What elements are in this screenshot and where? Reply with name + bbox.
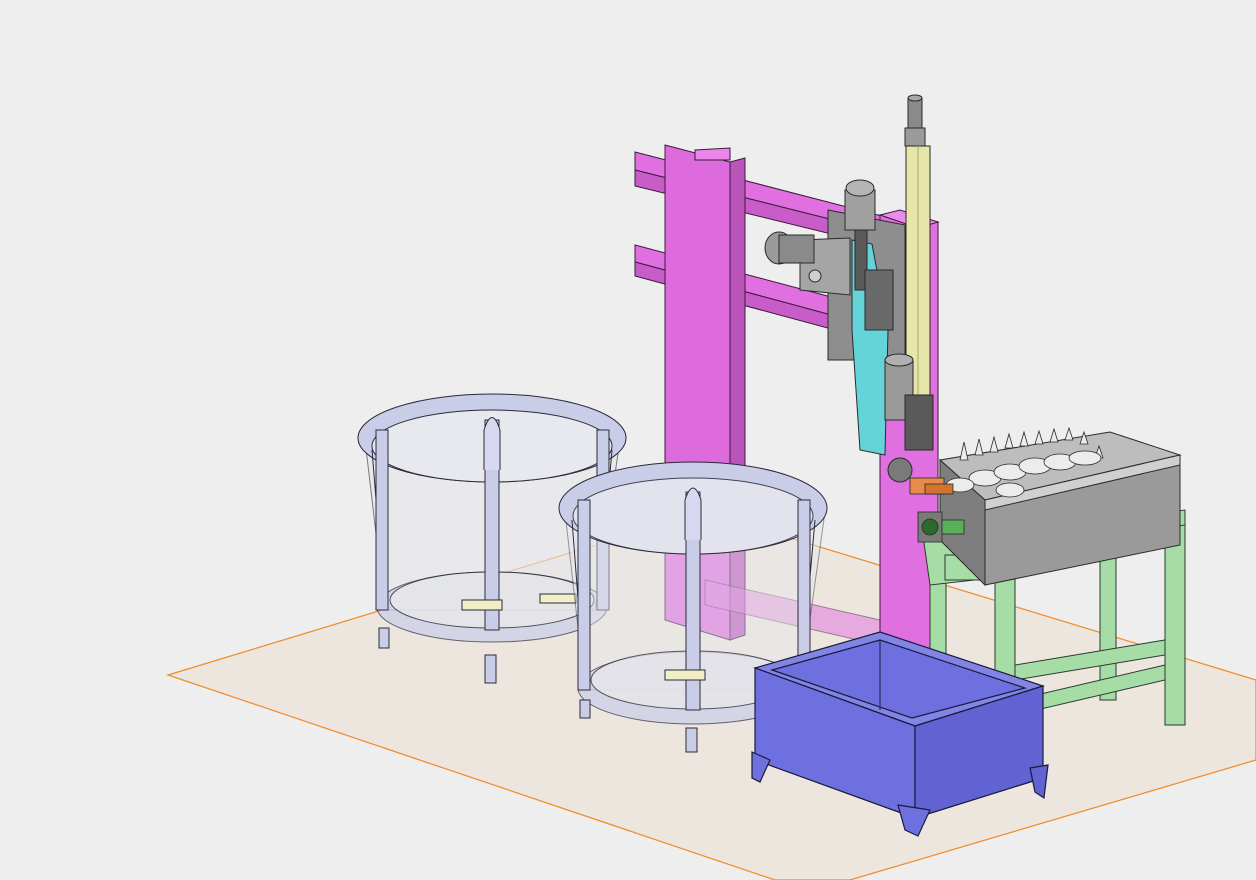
cad-3d-viewport[interactable] [0,0,1256,880]
